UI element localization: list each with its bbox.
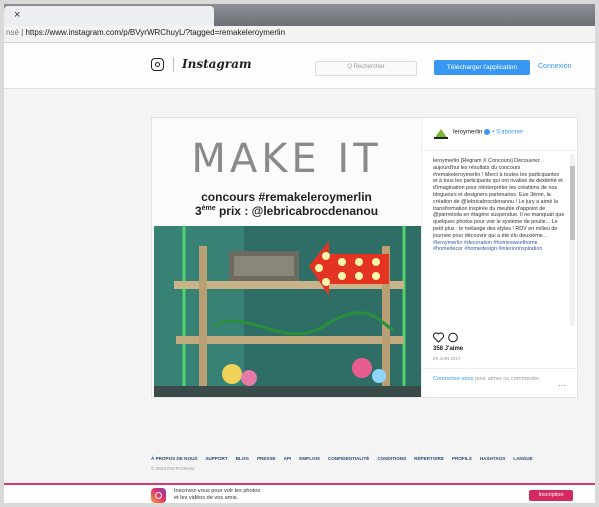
post-image[interactable]: MAKE IT concours #remakeleroymerlin 3ème… bbox=[152, 118, 421, 397]
post-header: leroymerlin • S'abonner bbox=[422, 118, 578, 151]
signup-button[interactable]: Inscription bbox=[529, 490, 573, 501]
logo-divider bbox=[173, 57, 174, 72]
footer-link-jobs[interactable]: EMPLOIS bbox=[299, 456, 320, 461]
action-icons bbox=[432, 332, 458, 343]
instagram-wordmark[interactable]: Instagram bbox=[182, 57, 252, 71]
footer-link-about[interactable]: À PROPOS DE NOUS bbox=[151, 456, 197, 461]
image-prize-line: 3ème prix : @lebricabrocdenanou bbox=[194, 204, 379, 218]
search-placeholder: Q Rechercher bbox=[347, 64, 385, 70]
footer-link-language[interactable]: LANGUE bbox=[513, 456, 532, 461]
close-tab-icon[interactable]: × bbox=[14, 9, 20, 21]
instagram-header: Instagram Q Rechercher Télécharger l'app… bbox=[4, 43, 595, 89]
instagram-glyph-icon bbox=[151, 488, 166, 503]
browser-tab[interactable]: × bbox=[4, 6, 214, 26]
signup-banner: Inscrivez-vous pour voir les photos et l… bbox=[4, 483, 595, 503]
address-bar[interactable]: nsé | https://www.instagram.com/p/BVyrWR… bbox=[4, 26, 595, 43]
login-link[interactable]: Connexion bbox=[538, 63, 571, 70]
comment-bubble-icon[interactable] bbox=[448, 332, 458, 343]
image-headline: MAKE IT bbox=[191, 136, 382, 182]
shelf-photo bbox=[154, 226, 421, 397]
caption-text: leroymerlin [Regram X Concours] Découvre… bbox=[433, 158, 565, 239]
comment-login-link[interactable]: Connectez-vous bbox=[433, 376, 473, 382]
more-options-icon[interactable]: ··· bbox=[558, 381, 566, 390]
download-app-button[interactable]: Télécharger l'application bbox=[434, 60, 530, 75]
signup-promo-text: Inscrivez-vous pour voir les photos et l… bbox=[174, 488, 261, 501]
footer-link-blog[interactable]: BLOG bbox=[236, 456, 249, 461]
comment-area: Connectez-vous pour aimer ou commenter. … bbox=[422, 368, 578, 398]
scrollbar-thumb[interactable] bbox=[570, 166, 575, 240]
security-label: nsé bbox=[6, 28, 19, 37]
post-date: 26 JUIN 2017 bbox=[433, 356, 461, 361]
instagram-camera-icon[interactable] bbox=[151, 58, 164, 71]
shelf-photo-illustration bbox=[154, 226, 421, 397]
image-subtitle: concours #remakeleroymerlin bbox=[201, 190, 372, 204]
post-card: MAKE IT concours #remakeleroymerlin 3ème… bbox=[151, 117, 578, 398]
post-sidebar: leroymerlin • S'abonner leroymerlin [Regr… bbox=[421, 118, 578, 397]
footer-link-terms[interactable]: CONDITIONS bbox=[377, 456, 406, 461]
footer-link-press[interactable]: PRESSE bbox=[257, 456, 276, 461]
footer-link-hashtags[interactable]: HASHTAGS bbox=[480, 456, 505, 461]
browser-window: × nsé | https://www.instagram.com/p/BVyr… bbox=[4, 4, 595, 503]
likes-count[interactable]: 358 J'aime bbox=[433, 346, 463, 352]
post-username[interactable]: leroymerlin bbox=[453, 130, 482, 136]
footer-link-privacy[interactable]: CONFIDENTIALITÉ bbox=[328, 456, 369, 461]
footer-link-api[interactable]: API bbox=[284, 456, 292, 461]
verified-badge-icon bbox=[484, 129, 491, 135]
footer-link-support[interactable]: SUPPORT bbox=[205, 456, 227, 461]
footer-copyright: © 2018 INSTAGRAM bbox=[151, 466, 195, 471]
leroymerlin-avatar[interactable] bbox=[434, 127, 448, 139]
follow-button[interactable]: • S'abonner bbox=[492, 130, 523, 136]
like-heart-icon[interactable] bbox=[432, 332, 445, 343]
caption-scrollbar[interactable] bbox=[570, 154, 575, 326]
address-url[interactable]: https://www.instagram.com/p/BVyrWRChuyL/… bbox=[25, 28, 285, 37]
footer-nav: À PROPOS DE NOUS SUPPORT BLOG PRESSE API EMPL… bbox=[151, 456, 581, 461]
search-input[interactable]: Q Rechercher bbox=[315, 61, 417, 76]
caption-hashtags[interactable]: #leroymerlin #decoration #homesweethome … bbox=[433, 240, 542, 253]
comment-prompt: pour aimer ou commenter. bbox=[473, 376, 541, 382]
post-caption: leroymerlin [Regram X Concours] Découvre… bbox=[433, 158, 565, 322]
footer-link-profiles[interactable]: PROFILS bbox=[452, 456, 472, 461]
footer-link-directory[interactable]: RÉPERTOIRE bbox=[414, 456, 444, 461]
tab-bar: × bbox=[4, 4, 595, 26]
